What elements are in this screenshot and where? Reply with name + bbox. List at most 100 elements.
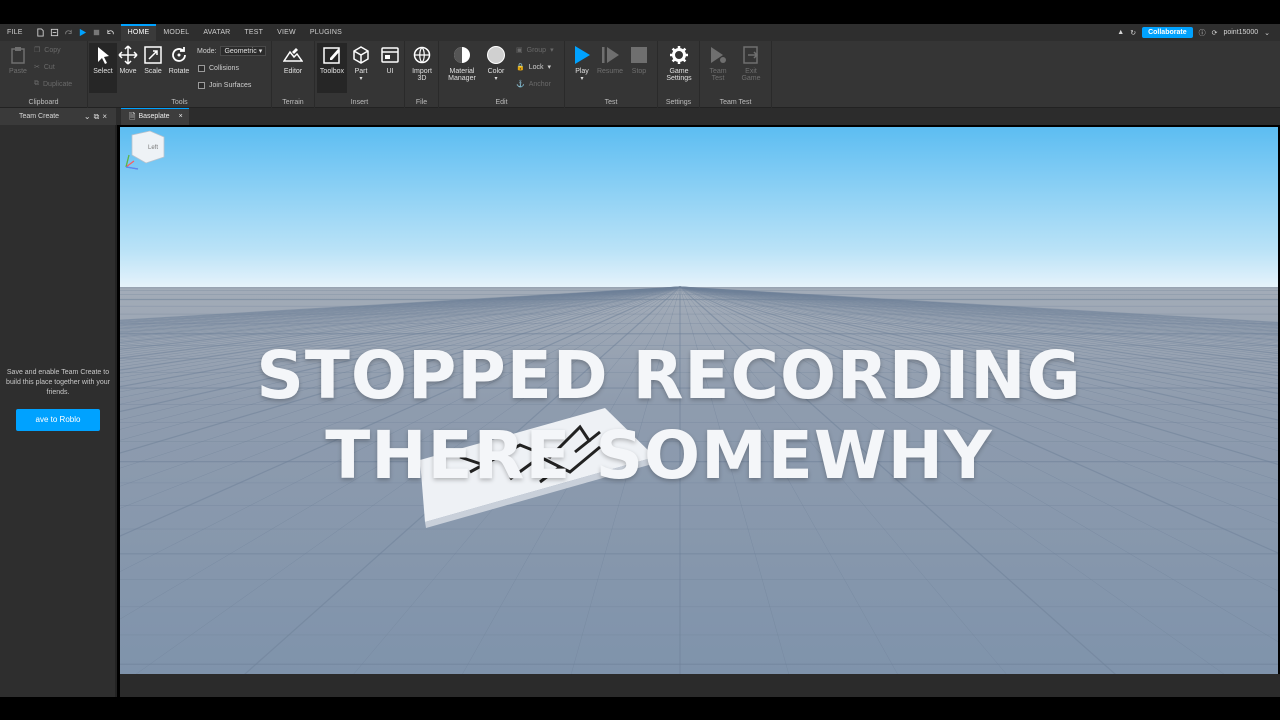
exit-game-label-line1: Exit — [745, 68, 757, 75]
menu-tab-model[interactable]: MODEL — [156, 24, 196, 41]
import-3d-label-line2: 3D — [417, 75, 427, 82]
tab-close-icon[interactable]: × — [179, 109, 183, 125]
test-group: Play ▾ Resume Stop Test — [565, 41, 658, 108]
overlay-caption-line1: STOPPED RECORDING — [256, 337, 1082, 414]
menu-tab-plugins[interactable]: PLUGINS — [303, 24, 349, 41]
terrain-group: Editor Terrain — [272, 41, 315, 108]
settings-group-label: Settings — [665, 99, 692, 106]
undo-small-icon[interactable] — [106, 28, 115, 37]
scale-icon — [144, 46, 162, 64]
globe-import-icon — [413, 46, 431, 64]
exit-door-icon — [743, 46, 759, 64]
mode-row: Mode: Geometric ▾ — [197, 46, 267, 56]
new-file-icon[interactable] — [36, 28, 45, 37]
panel-controls: ⌄⧉× — [84, 108, 110, 125]
part-button[interactable]: Part ▾ — [347, 45, 375, 82]
lock-icon: 🔒 — [516, 64, 525, 71]
edit-group: Material Manager Color ▾ ▣ Group ▾ 🔒 Lock ▾ … — [439, 41, 565, 108]
group-caret-icon: ▾ — [550, 47, 554, 54]
material-manager-button[interactable]: Material Manager — [444, 45, 480, 82]
color-label: Color — [487, 68, 505, 75]
mode-dropdown[interactable]: Geometric ▾ — [220, 46, 267, 56]
sync-icon[interactable]: ↻ — [1130, 29, 1136, 37]
group-button[interactable]: ▣ Group ▾ — [516, 46, 554, 55]
menu-tab-test[interactable]: TEST — [237, 24, 270, 41]
import-3d-button[interactable]: Import 3D — [408, 45, 436, 82]
duplicate-button[interactable]: ⧉ Duplicate — [34, 80, 72, 88]
collaborate-button[interactable]: Collaborate — [1142, 27, 1193, 38]
collisions-checkbox[interactable] — [198, 65, 205, 72]
stop-small-icon[interactable] — [92, 28, 101, 37]
save-to-roblox-button[interactable]: ave to Roblo — [16, 409, 100, 431]
redo-small-icon[interactable] — [64, 28, 73, 37]
username-label[interactable]: point15000 — [1223, 29, 1258, 36]
collisions-toggle[interactable]: Collisions — [198, 65, 239, 72]
panel-close-icon[interactable]: × — [102, 112, 110, 121]
play-icon — [575, 46, 590, 64]
terrain-editor-button[interactable]: Editor — [279, 45, 307, 75]
toolbox-button[interactable]: Toolbox — [317, 43, 347, 93]
panel-collapse-icon[interactable]: ⌄ — [84, 112, 94, 121]
anchor-label: Anchor — [528, 80, 551, 88]
edit-group-label: Edit — [495, 99, 508, 106]
group-label: Group — [526, 46, 547, 54]
clipboard-group: Paste ❐ Copy ✂ Cut ⧉ Duplicate Clipboard — [0, 41, 88, 108]
3d-viewport[interactable]: STOPPED RECORDING THERE SOMEWHY Left — [120, 127, 1278, 674]
team-create-panel-tab[interactable]: Team Create ⌄⧉× — [0, 108, 116, 125]
color-button[interactable]: Color ▾ — [482, 45, 510, 82]
color-caret-icon: ▾ — [494, 76, 498, 82]
menu-tab-view[interactable]: VIEW — [270, 24, 303, 41]
join-surfaces-label: Join Surfaces — [209, 82, 252, 89]
paste-button[interactable]: Paste — [4, 45, 32, 75]
material-sphere-icon — [454, 47, 470, 63]
resume-label: Resume — [596, 68, 624, 75]
stop-button[interactable]: Stop — [625, 45, 653, 75]
overlay-caption-line2: THERE SOMEWHY — [325, 417, 993, 494]
menu-tab-avatar[interactable]: AVATAR — [196, 24, 237, 41]
ui-button[interactable]: UI — [376, 45, 404, 75]
copy-icon: ❐ — [34, 47, 41, 54]
open-file-icon[interactable] — [50, 28, 59, 37]
file-group-label: File — [415, 99, 428, 106]
join-surfaces-checkbox[interactable] — [198, 82, 205, 89]
share-icon[interactable]: ⟳ — [1212, 29, 1218, 37]
play-small-icon[interactable] — [78, 28, 87, 37]
select-tool[interactable]: Select — [89, 43, 117, 93]
game-settings-button[interactable]: Game Settings — [665, 45, 693, 82]
resume-icon — [602, 47, 619, 63]
exit-game-button[interactable]: Exit Game — [737, 45, 765, 82]
move-tool[interactable]: Move — [114, 45, 142, 75]
collapse-ribbon-icon[interactable]: ▲ — [1117, 29, 1124, 36]
team-test-button[interactable]: Team Test — [704, 45, 732, 82]
baseplate-document-tab[interactable]: 🗎 Baseplate × — [121, 108, 189, 125]
letterbox-bottom — [0, 697, 1280, 720]
ribbon: Paste ❐ Copy ✂ Cut ⧉ Duplicate Clipboard Se… — [0, 41, 1280, 108]
lock-button[interactable]: 🔒 Lock ▾ — [516, 63, 551, 72]
settings-group: Game Settings Settings — [658, 41, 700, 108]
paste-label: Paste — [9, 68, 27, 75]
ui-window-icon — [381, 47, 399, 63]
view-cube[interactable]: Left — [120, 127, 170, 177]
part-label: Part — [354, 68, 368, 75]
cursor-arrow-icon — [98, 47, 109, 64]
tools-group-label: Tools — [171, 99, 188, 106]
collisions-label: Collisions — [209, 65, 239, 72]
resume-button[interactable]: Resume — [596, 45, 624, 75]
user-menu-chevron-icon[interactable]: ⌄ — [1264, 29, 1270, 37]
rotate-tool[interactable]: Rotate — [165, 45, 193, 75]
color-swatch-icon — [487, 46, 505, 64]
help-icon[interactable]: ⓘ — [1199, 28, 1206, 38]
file-menu[interactable]: FILE — [0, 24, 30, 41]
clipboard-group-label: Clipboard — [28, 99, 59, 106]
anchor-button[interactable]: ⚓ Anchor — [516, 80, 551, 89]
join-surfaces-toggle[interactable]: Join Surfaces — [198, 82, 251, 89]
file-group: Import 3D File — [405, 41, 439, 108]
stop-label: Stop — [631, 68, 647, 75]
play-button[interactable]: Play ▾ — [568, 45, 596, 82]
menu-tab-home[interactable]: HOME — [120, 24, 157, 41]
bottom-strip — [120, 674, 1280, 697]
scale-tool[interactable]: Scale — [139, 45, 167, 75]
tools-group: Select Move Scale Rotate Mode: Geometric… — [88, 41, 272, 108]
cut-button[interactable]: ✂ Cut — [34, 63, 55, 72]
copy-button[interactable]: ❐ Copy — [34, 46, 61, 55]
